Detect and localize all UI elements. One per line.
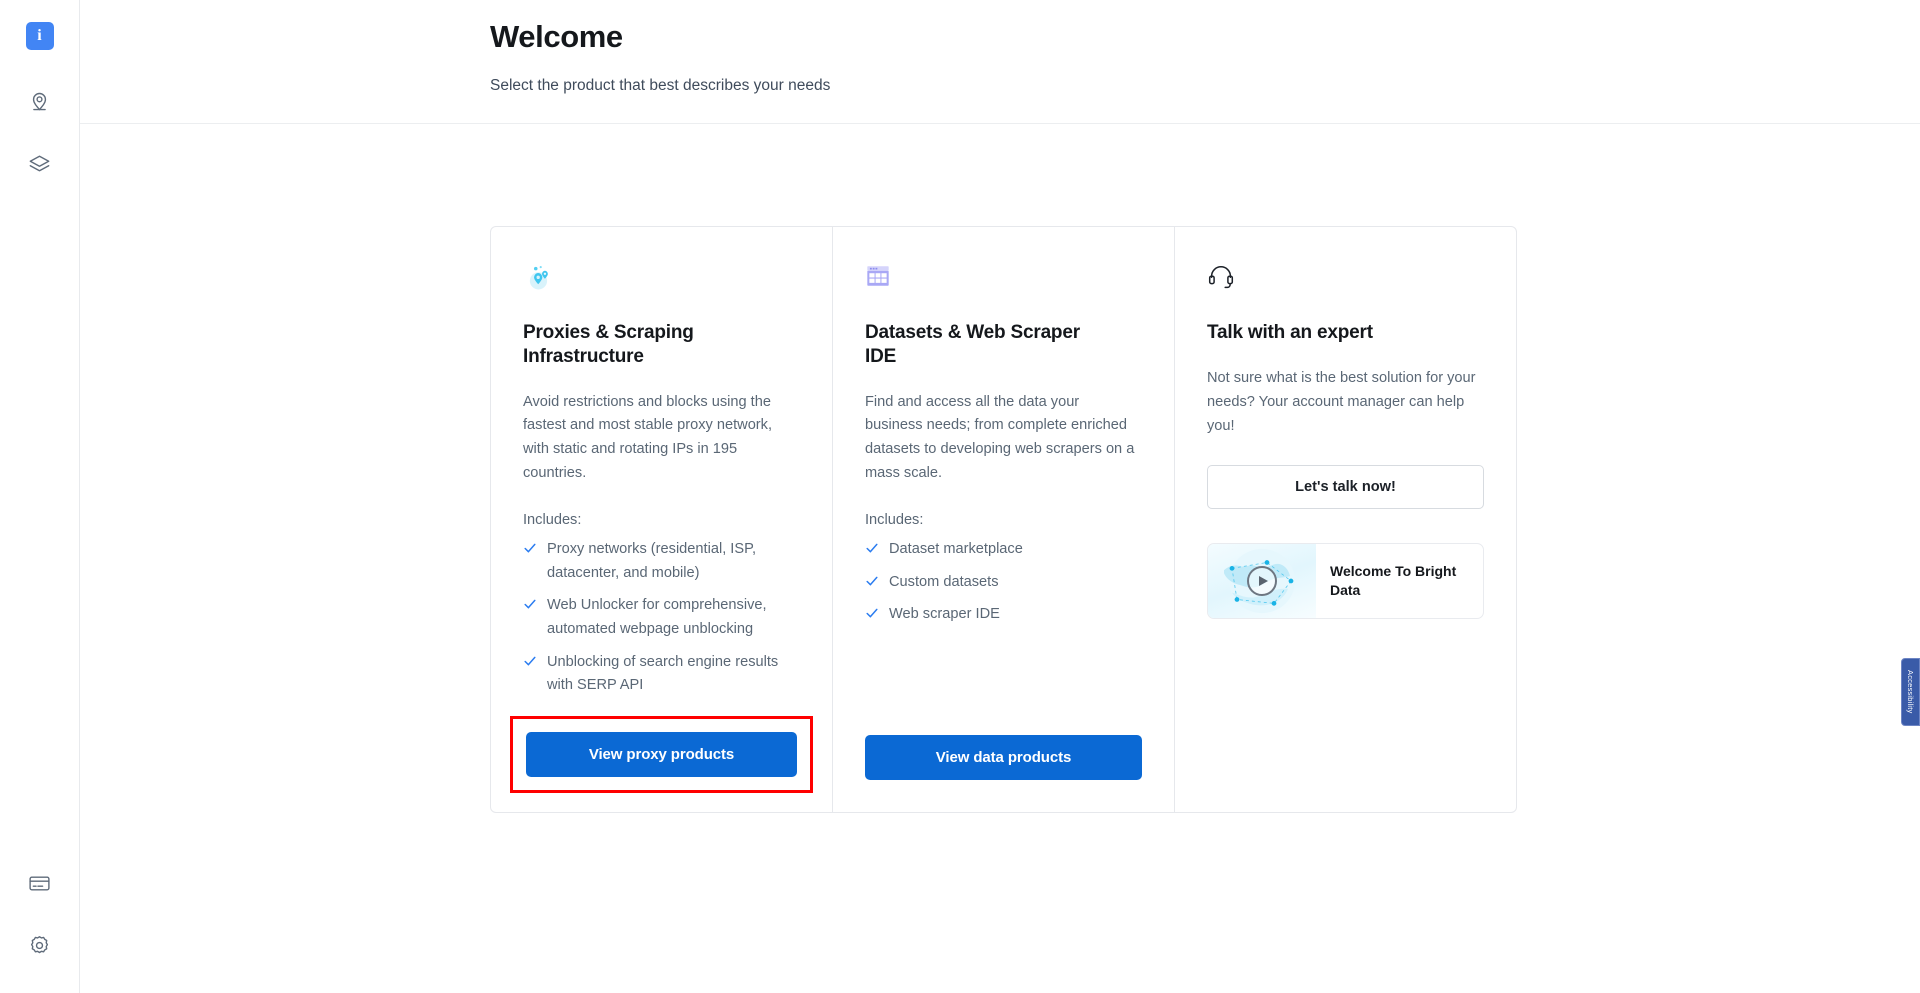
sidebar-item-billing[interactable] [18, 861, 62, 905]
check-icon [523, 541, 537, 555]
welcome-video-card[interactable]: Welcome To Bright Data [1207, 542, 1484, 619]
sidebar-item-datasets[interactable] [18, 142, 62, 186]
world-map-network-thumbnail [1208, 543, 1316, 618]
page-title: Welcome [490, 19, 623, 54]
check-icon [523, 597, 537, 611]
view-data-products-button[interactable]: View data products [865, 735, 1142, 781]
info-icon: i [25, 22, 54, 50]
cards-panel-wrapper: Proxies & Scraping Infrastructure Avoid … [80, 124, 1920, 814]
card-title: Proxies & Scraping Infrastructure [523, 322, 694, 367]
accessibility-tab[interactable]: Accessibility [1901, 658, 1920, 726]
credit-card-icon [28, 872, 51, 895]
page-header: Welcome Select the product that best des… [80, 0, 1920, 124]
list-item: Web Unlocker for comprehensive, automate… [523, 594, 791, 641]
play-icon[interactable] [1247, 565, 1277, 596]
list-item-label: Web scraper IDE [889, 606, 1000, 623]
list-item-label: Web Unlocker for comprehensive, automate… [547, 597, 767, 638]
card-proxies: Proxies & Scraping Infrastructure Avoid … [491, 227, 832, 812]
card-description: Avoid restrictions and blocks using the … [523, 393, 773, 482]
check-icon [865, 541, 879, 555]
location-pin-icon [28, 89, 51, 112]
includes-list: Proxy networks (residential, ISP, datace… [523, 538, 800, 707]
card-title: Datasets & Web Scraper IDE [865, 322, 1080, 367]
list-item: Web scraper IDE [865, 603, 1133, 627]
lets-talk-now-button[interactable]: Let's talk now! [1207, 464, 1484, 509]
sidebar-bottom-group [18, 861, 62, 993]
list-item-label: Dataset marketplace [889, 541, 1023, 558]
sidebar-item-proxy-locations[interactable] [18, 78, 62, 122]
sidebar-item-info[interactable]: i [18, 14, 62, 58]
list-item: Unblocking of search engine results with… [523, 651, 791, 698]
layers-icon [28, 153, 51, 176]
page-subtitle: Select the product that best describes y… [490, 77, 831, 95]
list-item-label: Unblocking of search engine results with… [547, 653, 779, 694]
headset-icon [1207, 263, 1484, 303]
list-item: Custom datasets [865, 571, 1133, 595]
card-description: Not sure what is the best solution for y… [1207, 369, 1476, 434]
includes-label: Includes: [523, 512, 582, 529]
card-description: Find and access all the data your busine… [865, 393, 1135, 482]
product-cards-panel: Proxies & Scraping Infrastructure Avoid … [490, 226, 1517, 814]
card-title: Talk with an expert [1207, 322, 1373, 343]
list-item-label: Custom datasets [889, 573, 999, 590]
gear-icon [28, 934, 51, 957]
cta-highlight-box: View proxy products [510, 716, 813, 794]
check-icon [865, 574, 879, 588]
list-item-label: Proxy networks (residential, ISP, datace… [547, 541, 756, 581]
includes-list: Dataset marketplace Custom datasets Web … [865, 538, 1142, 636]
check-icon [865, 606, 879, 620]
card-talk-with-expert: Talk with an expert Not sure what is the… [1174, 227, 1516, 813]
includes-label: Includes: [865, 512, 924, 529]
video-title: Welcome To Bright Data [1330, 563, 1457, 598]
view-proxy-products-button[interactable]: View proxy products [526, 732, 797, 778]
app-root: i Welcome Select the product that best d… [0, 0, 1920, 993]
left-sidebar: i [0, 0, 80, 993]
table-grid-icon [865, 263, 1142, 303]
accessibility-tab-label: Accessibility [1906, 670, 1915, 714]
card-datasets: Datasets & Web Scraper IDE Find and acce… [832, 227, 1174, 813]
list-item: Proxy networks (residential, ISP, datace… [523, 538, 791, 585]
check-icon [523, 654, 537, 668]
list-item: Dataset marketplace [865, 538, 1133, 562]
sidebar-item-settings[interactable] [18, 923, 62, 967]
main-content: Welcome Select the product that best des… [80, 0, 1920, 993]
card-spacer [865, 644, 1142, 735]
globe-proxy-icon [523, 263, 800, 303]
